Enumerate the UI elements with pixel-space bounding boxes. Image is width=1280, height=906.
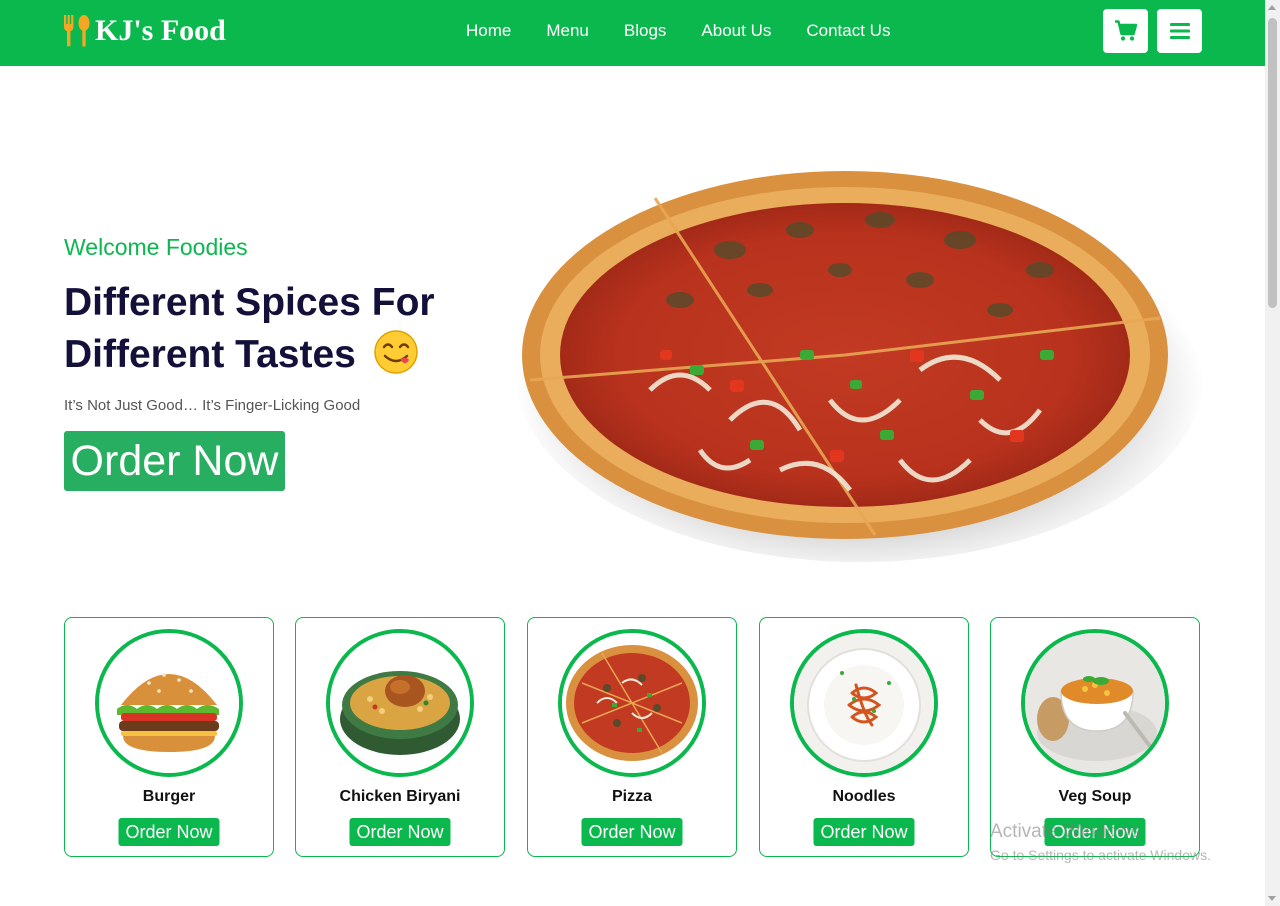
hero-subtitle: Welcome Foodies <box>64 234 248 260</box>
order-now-button[interactable]: Order Now <box>118 818 220 846</box>
order-now-button[interactable]: Order Now <box>349 818 451 846</box>
brand-name: KJ's Food <box>95 14 226 47</box>
hero-order-now-button[interactable]: Order Now <box>64 431 285 491</box>
order-now-button[interactable]: Order Now <box>1044 818 1146 846</box>
nav-link-home[interactable]: Home <box>466 20 511 42</box>
chicken-biryani-image <box>326 629 474 777</box>
pizza-image <box>558 629 706 777</box>
hero-tagline: It’s Not Just Good… It’s Finger-Licking … <box>64 397 361 414</box>
menu-item-name: Veg Soup <box>1058 788 1132 805</box>
nav-link-menu[interactable]: Menu <box>546 20 589 42</box>
menu-card-pizza: Pizza Order Now <box>527 617 737 857</box>
fork-spoon-icon <box>64 15 90 47</box>
pizza-hero-image <box>515 171 1205 562</box>
yummy-face-emoji-icon <box>373 330 418 374</box>
nav-link-contact-us[interactable]: Contact Us <box>806 20 890 42</box>
page-scrollbar[interactable] <box>1265 0 1280 906</box>
menu-item-name: Noodles <box>832 788 896 805</box>
menu-card-burger: Burger Order Now <box>64 617 274 857</box>
menu-card-noodles: Noodles Order Now <box>759 617 969 857</box>
scroll-thumb[interactable] <box>1268 18 1277 308</box>
menu-item-name: Pizza <box>611 788 652 805</box>
noodles-image <box>790 629 938 777</box>
nav-link-about-us[interactable]: About Us <box>701 20 771 42</box>
hamburger-icon <box>1169 23 1190 39</box>
scroll-up-arrow-icon[interactable] <box>1268 5 1276 10</box>
menu-card-chicken-biryani: Chicken Biryani Order Now <box>295 617 505 857</box>
navbar: KJ's Food Home Menu Blogs About Us Conta… <box>0 0 1265 66</box>
menu-item-name: Burger <box>142 788 196 805</box>
order-now-button[interactable]: Order Now <box>813 818 915 846</box>
nav-link-blogs[interactable]: Blogs <box>624 20 667 42</box>
menu-item-name: Chicken Biryani <box>339 788 461 805</box>
scroll-down-arrow-icon[interactable] <box>1268 896 1276 901</box>
burger-image <box>95 629 243 777</box>
cart-icon <box>1114 20 1137 41</box>
main-nav: Home Menu Blogs About Us Contact Us <box>466 20 925 42</box>
veg-soup-image <box>1021 629 1169 777</box>
brand-logo[interactable]: KJ's Food <box>63 14 226 48</box>
hero-title-line2: Different Tastes <box>64 333 356 376</box>
hero-title: Different Spices For Different Tastes <box>64 277 504 381</box>
cart-button[interactable] <box>1103 9 1148 53</box>
menu-card-veg-soup: Veg Soup Order Now <box>990 617 1200 857</box>
order-now-button[interactable]: Order Now <box>581 818 683 846</box>
hero-title-line1: Different Spices For <box>64 281 435 324</box>
menu-toggle-button[interactable] <box>1157 9 1202 53</box>
